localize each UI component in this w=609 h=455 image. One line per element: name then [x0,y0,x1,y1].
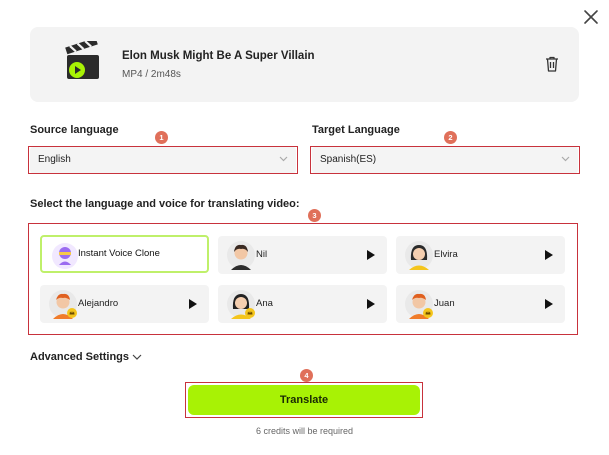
target-language-label: Target Language [312,124,400,136]
voice-clone-icon [52,243,78,269]
clapperboard-icon [65,41,99,79]
voice-name: Nil [256,249,268,260]
voice-section-label: Select the language and voice for transl… [30,198,300,210]
voice-name: Instant Voice Clone [78,248,160,259]
voice-name: Ana [256,298,273,309]
target-language-select[interactable]: Spanish(ES) [312,147,578,173]
source-language-select[interactable]: English [30,147,296,173]
avatar-alejandro [49,290,77,319]
voice-name: Elvira [434,249,458,260]
chevron-down-icon [279,156,288,162]
voice-card-instant-voice-clone[interactable]: Instant Voice Clone [40,235,209,273]
source-language-value: English [38,154,71,165]
play-icon[interactable] [545,299,553,309]
play-icon[interactable] [367,299,375,309]
voice-card-alejandro[interactable]: Alejandro [40,285,209,323]
voice-card-nil[interactable]: Nil [218,236,387,274]
annotation-badge-1: 1 [155,131,168,144]
avatar-elvira [405,241,433,270]
video-title: Elon Musk Might Be A Super Villain [122,50,315,62]
avatar-ana [227,290,255,319]
trash-icon[interactable] [544,55,560,73]
chevron-down-icon [561,156,570,162]
translate-button[interactable]: Translate [188,385,420,415]
play-icon[interactable] [189,299,197,309]
voice-card-ana[interactable]: Ana [218,285,387,323]
avatar-juan [405,290,433,319]
voice-card-elvira[interactable]: Elvira [396,236,565,274]
advanced-settings-toggle[interactable]: Advanced Settings [30,351,142,363]
close-icon[interactable] [580,6,602,28]
play-icon[interactable] [367,250,375,260]
chevron-down-icon [132,354,142,360]
advanced-settings-label: Advanced Settings [30,351,130,363]
credits-note: 6 credits will be required [255,426,354,436]
video-meta: MP4 / 2m48s [122,69,181,80]
target-language-value: Spanish(ES) [320,154,377,165]
avatar-nil [227,241,255,270]
voice-name: Alejandro [78,298,119,309]
annotation-badge-4: 4 [300,369,313,382]
play-icon[interactable] [545,250,553,260]
voice-card-juan[interactable]: Juan [396,285,565,323]
annotation-badge-2: 2 [444,131,457,144]
annotation-badge-3: 3 [308,209,321,222]
voice-name: Juan [434,298,455,309]
source-language-label: Source language [30,124,119,136]
video-file-card: Elon Musk Might Be A Super Villain MP4 /… [30,27,579,102]
